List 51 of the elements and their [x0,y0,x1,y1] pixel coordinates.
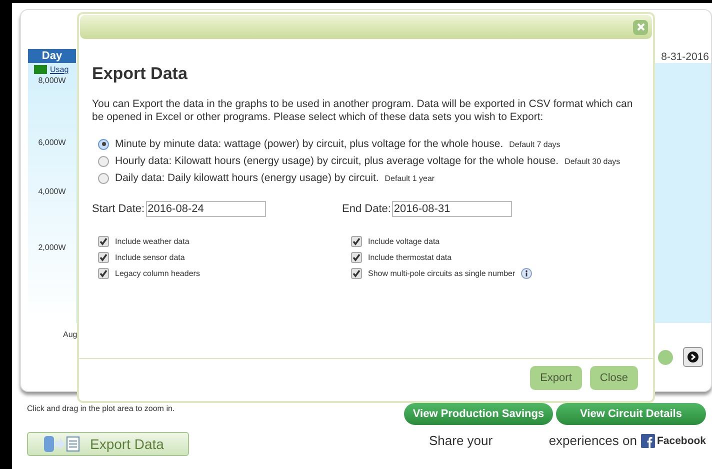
checkbox[interactable] [98,236,109,247]
database-export-icon [42,435,82,453]
checkbox[interactable] [351,236,362,247]
dialog-button[interactable]: Close [590,366,638,390]
radio-button[interactable] [98,172,109,184]
facebook-icon [640,434,655,448]
dialog-title: Export Data [92,64,188,84]
handle-circle[interactable] [658,350,673,364]
y-axis-label: 6,000W [38,138,66,147]
info-icon[interactable] [521,268,532,279]
view-button[interactable]: View Production Savings [404,403,553,425]
option-label: Hourly data: Kilowatt hours (energy usage) by circuit, plus average voltage for the whole house. [115,155,559,167]
checkbox[interactable] [98,268,109,279]
checkbox[interactable] [98,252,109,263]
close-icon [636,23,644,31]
share-text: experiences on [548,433,637,448]
next-button[interactable] [683,347,703,367]
checkbox[interactable] [351,268,362,279]
facebook-link[interactable]: Facebook [640,434,706,448]
dialog-button[interactable]: Export [530,366,582,390]
radio-button[interactable] [98,138,109,150]
legend-label[interactable]: Usag [50,65,69,74]
option-note: Default 30 days [564,156,620,166]
checkbox-label: Legacy column headers [115,269,200,278]
export-data-button[interactable]: Export Data [27,432,189,456]
field-label: End Date: [342,203,391,215]
legend-swatch [34,65,47,74]
checkbox-label: Include weather data [115,237,190,246]
radio-button[interactable] [98,156,109,166]
checkbox-label: Include voltage data [368,237,440,246]
end-date-field[interactable]: 2016-08-31 [392,201,512,217]
x-axis-label: Aug [63,330,78,339]
checkbox[interactable] [351,252,362,263]
y-axis-label: 4,000W [38,187,66,196]
checkbox-label: Include sensor data [115,253,185,262]
share-text: Share your [428,433,493,448]
option-label: Daily data: Daily kilowatt hours (energy usage) by circuit. [115,172,379,184]
range-tab[interactable]: Day [28,49,76,63]
field-label: Start Date: [92,203,145,215]
description-text: You can Export the data in the graphs to be used in another program. Data will be exported in CSV format which can be opened in Excel or other programs. Please select which of these data sets you wish to Export: [92,98,634,124]
y-axis-label: 8,000W [38,76,66,85]
y-axis-label: 2,000W [38,243,66,252]
start-date-field[interactable]: 2016-08-24 [146,201,266,217]
view-button[interactable]: View Circuit Details [556,403,706,425]
option-note: Default 1 year [384,174,435,182]
checkbox-label: Show multi-pole circuits as single number [368,269,516,278]
option-note: Default 7 days [509,140,560,148]
date-label: 8-31-2016 [661,51,710,63]
option-label: Minute by minute data: wattage (power) by circuit, plus voltage for the whole house. [115,138,504,150]
checkbox-label: Include thermostat data [368,253,452,262]
hint-text: Click and drag in the plot area to zoom in. [27,404,176,413]
